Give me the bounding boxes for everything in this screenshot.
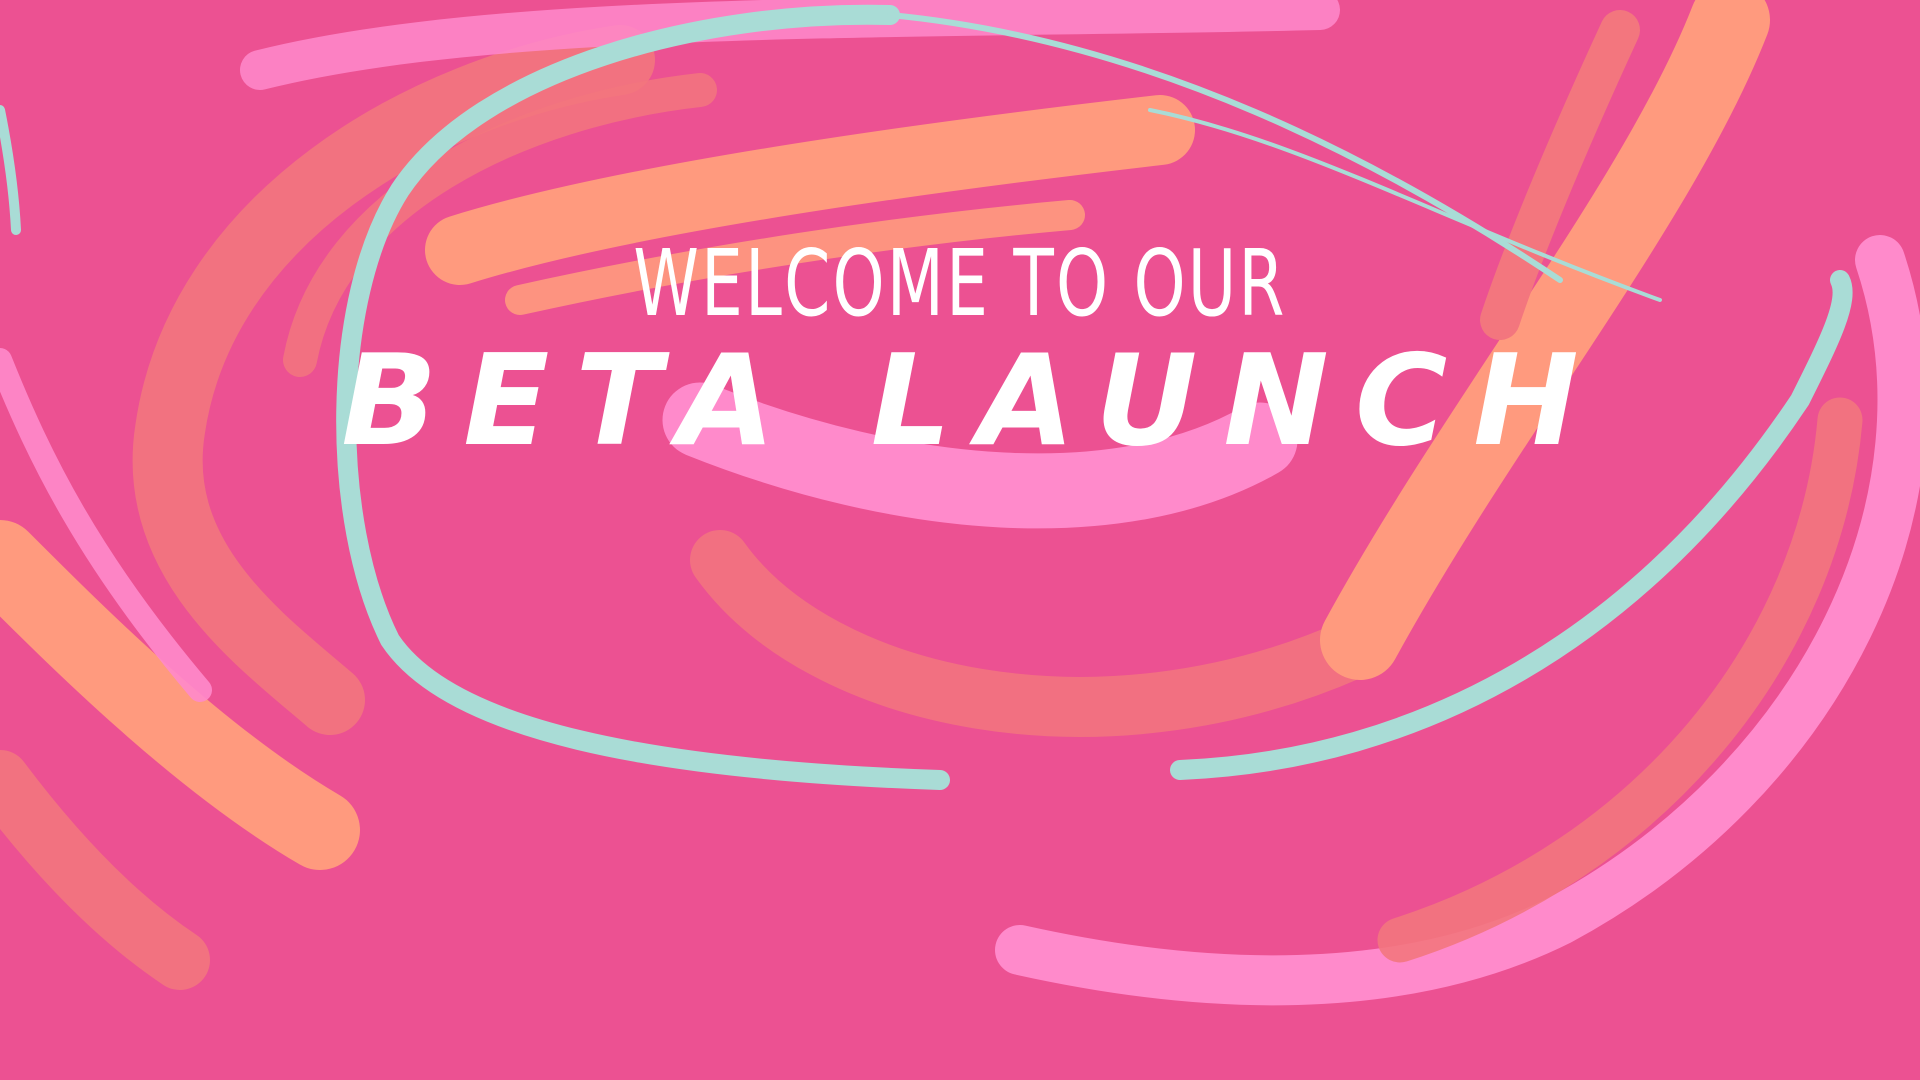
coral-stroke-left [0,750,210,990]
brush-stroke-background [0,0,1920,1006]
headline-beta-launch: BETA LAUNCH [341,327,1605,474]
headline-welcome: WELCOME TO OUR [633,230,1287,337]
coral-arc-lower [690,530,1380,737]
teal-stroke-left-edge [0,105,21,235]
